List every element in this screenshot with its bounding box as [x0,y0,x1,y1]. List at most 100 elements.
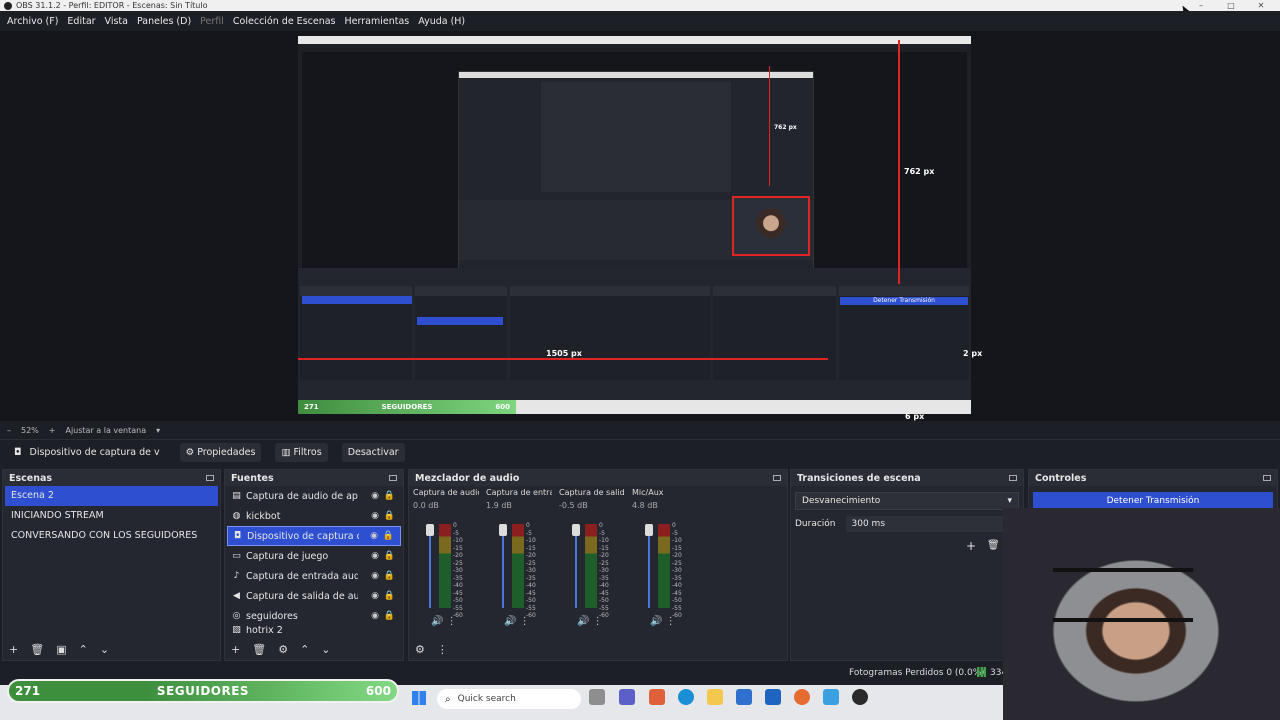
lock-icon[interactable]: 🔒 [384,511,395,521]
add-transition-icon[interactable]: + [966,539,976,553]
source-item[interactable]: ◎ seguidores ◉ 🔒 [227,606,401,626]
volume-knob[interactable] [572,524,580,536]
undock-icon[interactable] [389,475,397,481]
volume-slider[interactable] [502,524,504,608]
taskview-icon[interactable] [589,689,605,705]
menu-ayuda[interactable]: Ayuda (H) [418,16,465,27]
source-item[interactable]: ◍ kickbot ◉ 🔒 [227,506,401,526]
transition-select[interactable]: Desvanecimiento ▾ [795,492,1019,510]
guide-top [898,40,900,284]
source-item[interactable]: ▤Captura de audio de aplicaci◉🔒 [227,486,401,506]
add-scene-icon[interactable]: + [9,643,18,656]
speaker-icon[interactable]: 🔊 [577,616,589,627]
meter-tick: -30 [599,567,609,574]
channel-menu-icon[interactable]: ⋮ [447,616,457,627]
meter-tick: -30 [672,567,682,574]
zoom-out-button[interactable]: – [7,426,11,435]
close-button[interactable]: ✕ [1246,0,1276,11]
windows-start-icon[interactable] [412,691,426,705]
undock-icon[interactable] [1263,475,1271,481]
zoom-in-button[interactable]: + [49,426,56,435]
eye-icon[interactable]: ◉ [371,491,379,501]
eye-icon[interactable]: ◉ [371,591,379,601]
store-icon[interactable] [736,689,752,705]
lock-icon[interactable]: 🔒 [384,611,395,621]
lock-icon[interactable]: 🔒 [384,551,395,561]
channel-menu-icon[interactable]: ⋮ [593,616,603,627]
calculator-icon[interactable] [823,689,839,705]
speaker-icon[interactable]: 🔊 [650,616,662,627]
lock-icon[interactable]: 🔒 [384,571,395,581]
properties-button[interactable]: ⚙ Propiedades [179,443,262,462]
volume-slider[interactable] [648,524,650,608]
filters-button[interactable]: ▥ Filtros [275,443,328,462]
deactivate-button[interactable]: Desactivar [341,443,405,462]
obs-taskbar-icon[interactable] [852,689,868,705]
source-properties-icon[interactable]: ⚙ [278,643,288,656]
lock-icon[interactable]: 🔒 [384,491,395,501]
lock-icon[interactable]: 🔒 [384,591,395,601]
menu-herramientas[interactable]: Herramientas [345,16,410,27]
move-down-icon[interactable]: ⌄ [100,643,109,656]
speaker-icon[interactable]: 🔊 [504,616,516,627]
eye-icon[interactable]: ◉ [371,571,379,581]
menu-paneles[interactable]: Paneles (D) [137,16,191,27]
volume-knob[interactable] [426,524,434,536]
remove-source-icon[interactable]: 🗑 [252,643,266,656]
scene-item[interactable]: INICIANDO STREAM [5,506,218,526]
remove-scene-icon[interactable]: 🗑 [30,643,44,656]
source-item[interactable]: ◘Dispositivo de captura de víd◉🔒 [227,526,401,546]
undock-icon[interactable] [1009,475,1017,481]
volume-knob[interactable] [499,524,507,536]
minimize-button[interactable]: – [1186,0,1216,11]
lock-icon[interactable]: 🔒 [383,531,394,541]
volume-slider[interactable] [429,524,431,608]
move-down-icon[interactable]: ⌄ [321,643,330,656]
menu-coleccion-escenas[interactable]: Colección de Escenas [233,16,336,27]
scene-item[interactable]: Escena 2 [5,486,218,506]
firefox-icon[interactable] [794,689,810,705]
volume-knob[interactable] [645,524,653,536]
source-item[interactable]: ◀Captura de salida de audio◉🔒 [227,586,401,606]
folder-icon[interactable] [707,689,723,705]
move-up-icon[interactable]: ⌃ [79,643,88,656]
teams-icon[interactable] [619,689,635,705]
audio-mixer-dock: Mezclador de audio Captura de audio c 0.0… [408,469,788,661]
menu-editar[interactable]: Editar [67,16,95,27]
undock-icon[interactable] [773,475,781,481]
source-item[interactable]: ♪Captura de entrada audio 4◉🔒 [227,566,401,586]
fit-window-label[interactable]: Ajustar a la ventana [65,426,146,435]
eye-icon[interactable]: ◉ [371,551,379,561]
eye-icon[interactable]: ◉ [371,511,379,521]
remove-transition-icon[interactable]: 🗑 [987,540,1000,551]
volume-slider[interactable] [575,524,577,608]
nested-menubar [298,44,971,52]
source-item[interactable]: ▭ Captura de juego ◉ 🔒 [227,546,401,566]
advanced-audio-icon[interactable]: ⚙ [415,643,425,656]
eye-icon[interactable]: ◉ [370,531,378,541]
outlook-icon[interactable] [765,689,781,705]
meter-tick: -45 [599,589,609,597]
zoom-dropdown-icon[interactable]: ▾ [156,426,160,435]
undock-icon[interactable] [206,475,214,481]
menu-archivo[interactable]: Archivo (F) [7,16,58,27]
menu-perfil[interactable]: Perfil [200,16,224,27]
duration-input[interactable]: 300 ms [845,516,1006,532]
channel-menu-icon[interactable]: ⋮ [666,616,676,627]
copilot-icon[interactable] [649,689,665,705]
mixer-menu-icon[interactable]: ⋮ [437,643,448,656]
scene-item[interactable]: CONVERSANDO CON LOS SEGUIDORES [5,526,218,546]
scene-filter-icon[interactable]: ▣ [56,643,66,656]
source-item[interactable]: ▧ hotrix 2 [227,626,401,634]
menu-vista[interactable]: Vista [105,16,128,27]
speaker-icon[interactable]: 🔊 [431,616,443,627]
eye-icon[interactable]: ◉ [371,611,379,621]
channel-menu-icon[interactable]: ⋮ [520,616,530,627]
add-source-icon[interactable]: + [231,643,240,656]
maximize-button[interactable]: □ [1216,0,1246,11]
selected-camera-source[interactable] [826,305,972,415]
taskbar-search[interactable]: ⌕ Quick search [437,689,581,709]
move-up-icon[interactable]: ⌃ [300,643,309,656]
edge-icon[interactable] [678,689,694,705]
controls-title: Controles [1035,472,1087,484]
